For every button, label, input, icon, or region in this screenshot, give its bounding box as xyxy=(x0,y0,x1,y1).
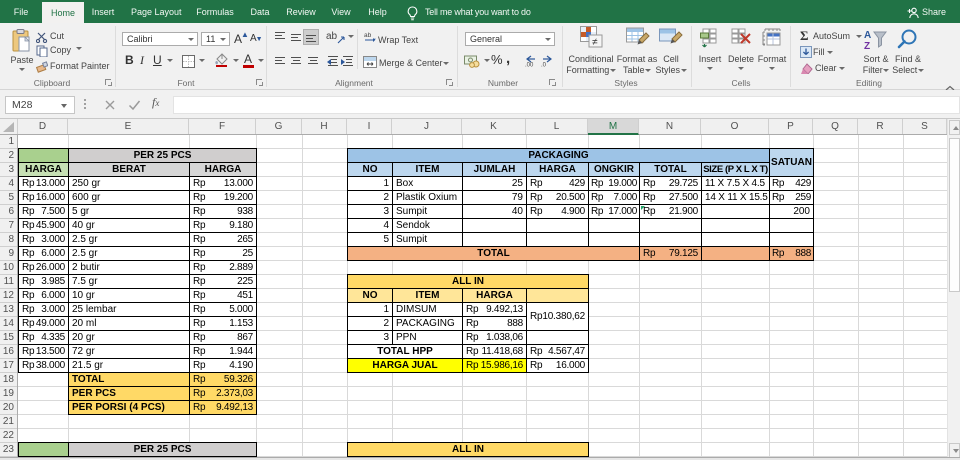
svg-text:Z: Z xyxy=(864,41,870,52)
svg-text:A: A xyxy=(864,30,871,41)
svg-text:.00: .00 xyxy=(525,63,534,68)
svg-text:.0: .0 xyxy=(541,63,547,68)
svg-text:ab: ab xyxy=(364,32,372,39)
svg-text:≠: ≠ xyxy=(592,37,598,48)
